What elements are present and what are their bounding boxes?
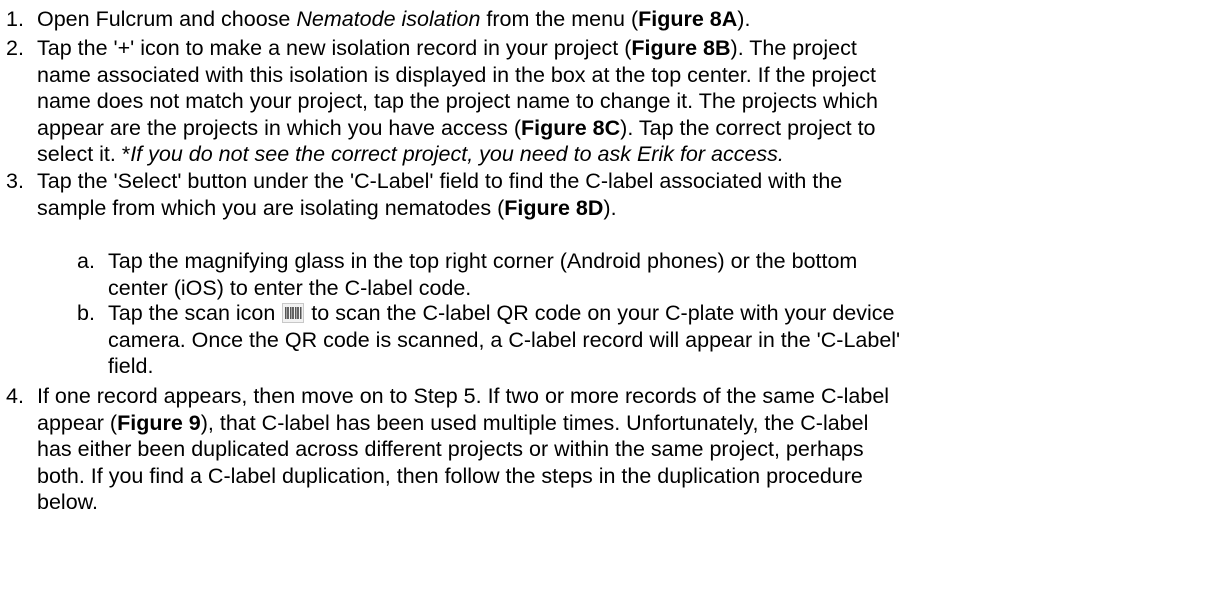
text-segment: appear are the projects in which you hav… <box>37 115 522 140</box>
text-line: select it. *If you do not see the correc… <box>37 141 784 167</box>
text-line: Open Fulcrum and choose Nematode isolati… <box>37 6 750 32</box>
italic-text: If you do not see the correct project, y… <box>130 142 784 167</box>
text-segment: Tap the magnifying glass in the top righ… <box>108 249 858 273</box>
text-segment: Tap the '+' icon to make a new isolation… <box>37 36 632 60</box>
step-number: 1. <box>6 7 24 31</box>
text-line: camera. Once the QR code is scanned, a C… <box>108 327 900 353</box>
step-number: 4. <box>6 384 24 408</box>
figure-reference: Figure 8B <box>631 36 731 60</box>
text-line: sample from which you are isolating nema… <box>37 195 617 221</box>
text-line: appear are the projects in which you hav… <box>37 115 876 141</box>
text-segment: ). The project <box>730 36 857 60</box>
text-segment: both. If you find a C-label duplication,… <box>37 463 863 488</box>
text-segment: ). <box>603 195 617 220</box>
text-line: If one record appears, then move on to S… <box>37 383 889 409</box>
barcode-scan-icon <box>282 303 305 323</box>
text-segment: below. <box>37 490 98 515</box>
text-segment: If one record appears, then move on to S… <box>37 384 890 408</box>
text-line: Tap the magnifying glass in the top righ… <box>108 248 857 274</box>
text-segment: appear ( <box>37 410 118 435</box>
text-segment: from the menu ( <box>480 7 639 31</box>
text-segment: camera. Once the QR code is scanned, a C… <box>108 327 901 352</box>
substep-letter: b. <box>77 301 95 325</box>
text-line: Tap the 'Select' button under the 'C-Lab… <box>37 168 842 194</box>
text-segment: field. <box>108 354 154 379</box>
text-segment: Open Fulcrum and choose <box>37 7 297 31</box>
text-segment: name does not match your project, tap th… <box>37 89 878 114</box>
text-segment: Tap the 'Select' button under the 'C-Lab… <box>37 169 843 193</box>
text-line: name associated with this isolation is d… <box>37 62 876 88</box>
figure-reference: Figure 8A <box>638 7 738 31</box>
step-number: 3. <box>6 169 24 193</box>
text-segment: ), that C-label has been used multiple t… <box>200 410 869 435</box>
text-segment: select it. * <box>37 142 131 167</box>
text-segment: sample from which you are isolating nema… <box>37 195 505 220</box>
text-line: Tap the '+' icon to make a new isolation… <box>37 35 857 61</box>
text-line: field. <box>108 353 153 379</box>
text-segment: Tap the scan icon <box>108 301 282 325</box>
text-line: below. <box>37 489 98 515</box>
procedure-document: 1. Open Fulcrum and choose Nematode isola… <box>0 0 1221 613</box>
italic-text: Nematode isolation <box>296 7 481 31</box>
text-line: center (iOS) to enter the C-label code. <box>108 275 471 301</box>
figure-reference: Figure 8C <box>521 115 621 140</box>
step-number: 2. <box>6 36 24 60</box>
text-line: both. If you find a C-label duplication,… <box>37 463 863 489</box>
text-line: has either been duplicated across differ… <box>37 436 864 462</box>
substep-letter: a. <box>77 249 95 273</box>
text-segment: ). <box>737 7 751 31</box>
text-segment: has either been duplicated across differ… <box>37 437 864 462</box>
text-line: Tap the scan icon to scan the C-label QR… <box>108 300 894 326</box>
text-line: appear (Figure 9), that C-label has been… <box>37 410 868 436</box>
text-line: name does not match your project, tap th… <box>37 88 878 114</box>
figure-reference: Figure 9 <box>117 410 201 435</box>
text-segment: name associated with this isolation is d… <box>37 62 876 87</box>
text-segment: center (iOS) to enter the C-label code. <box>108 275 472 300</box>
figure-reference: Figure 8D <box>504 195 604 220</box>
text-segment: ). Tap the correct project to <box>620 115 876 140</box>
text-segment: to scan the C-label QR code on your C-pl… <box>305 301 895 325</box>
